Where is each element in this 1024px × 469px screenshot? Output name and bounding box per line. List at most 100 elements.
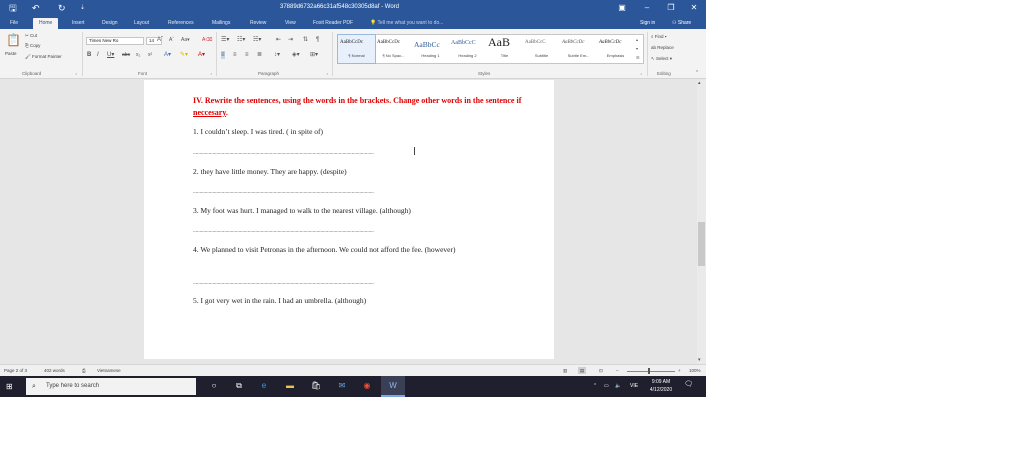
gallery-down-icon[interactable]: ▾ [636, 45, 638, 53]
align-right-icon[interactable]: ≡ [245, 51, 249, 59]
word-count[interactable]: 402 words [44, 367, 65, 374]
bullets-icon[interactable]: ☰▾ [221, 36, 229, 44]
increase-font-icon[interactable]: Aˆ [157, 36, 163, 44]
tell-me-box[interactable]: 💡 Tell me what you want to do... [370, 19, 443, 28]
tab-layout[interactable]: Layout [134, 18, 149, 29]
find-button[interactable]: ⌕ Find ▾ [651, 33, 667, 40]
zoom-slider-track[interactable] [627, 371, 675, 372]
gallery-up-icon[interactable]: ▴ [636, 36, 638, 44]
paragraph-dialog-launcher-icon[interactable]: ⌟ [326, 69, 328, 77]
word-taskbar-button[interactable]: W [381, 376, 405, 397]
language-indicator[interactable]: Vietnamese [97, 367, 121, 374]
share-button[interactable]: ⚇ Share [672, 19, 691, 28]
clear-formatting-icon[interactable]: A⌫ [202, 36, 212, 44]
style-subtle-emphasis[interactable]: AaBbCcDc Subtle Em... [560, 35, 597, 63]
strikethrough-icon[interactable]: abc [122, 51, 130, 59]
underline-icon[interactable]: U▾ [107, 51, 114, 59]
justify-icon[interactable]: ≣ [257, 51, 262, 59]
read-mode-icon[interactable]: ▥ [563, 367, 567, 374]
text-effects-icon[interactable]: A▾ [164, 51, 171, 59]
windows-start-icon[interactable]: ⊞ [6, 382, 13, 391]
font-dialog-launcher-icon[interactable]: ⌟ [210, 69, 212, 77]
multilevel-list-icon[interactable]: ☵▾ [253, 36, 261, 44]
tab-view[interactable]: View [285, 18, 296, 29]
font-name-box[interactable]: Times New Ro [86, 37, 144, 45]
zoom-in-button[interactable]: + [678, 367, 681, 374]
answer-line-2[interactable]: ........................................… [193, 189, 435, 195]
answer-line-4[interactable]: ........................................… [193, 280, 435, 286]
align-left-icon[interactable]: ≡ [221, 51, 225, 59]
style-normal[interactable]: AaBbCcDc ¶ Normal [337, 34, 376, 64]
decrease-indent-icon[interactable]: ⇤ [276, 36, 281, 44]
align-center-icon[interactable]: ≡ [233, 51, 237, 59]
page-count[interactable]: Page 2 of 3 [4, 367, 27, 374]
styles-dialog-launcher-icon[interactable]: ⌟ [640, 69, 642, 77]
minimize-button[interactable]: – [640, 2, 654, 14]
proofing-icon[interactable]: ⎙ [82, 367, 86, 374]
web-layout-icon[interactable]: ⊡ [599, 367, 603, 374]
input-language[interactable]: VIE [630, 382, 638, 390]
tab-design[interactable]: Design [102, 18, 118, 29]
dialog-launcher-icon[interactable]: ⌟ [75, 69, 77, 77]
shading-icon[interactable]: ◈▾ [292, 51, 300, 59]
format-painter-button[interactable]: 🖌 Format Painter [25, 53, 62, 60]
file-explorer-icon[interactable]: ▬ [284, 380, 296, 392]
italic-icon[interactable]: I [97, 51, 99, 59]
style-heading-2[interactable]: AaBbCcC Heading 2 [449, 35, 486, 63]
print-layout-icon[interactable]: ▤ [578, 367, 587, 374]
show-hide-icon[interactable]: ¶ [316, 36, 319, 44]
sign-in-link[interactable]: Sign in [640, 19, 655, 28]
copy-button[interactable]: ⎘ Copy [25, 42, 40, 49]
notifications-icon[interactable]: 🗨 [684, 381, 693, 389]
tab-references[interactable]: References [168, 18, 194, 29]
document-page[interactable]: IV. Rewrite the sentences, using the wor… [144, 80, 554, 359]
taskbar-search-box[interactable]: ⌕ Type here to search [26, 378, 196, 395]
taskbar-clock[interactable]: 9:09 AM 4/12/2020 [644, 378, 678, 394]
network-icon[interactable]: ▭ [604, 382, 609, 390]
style-no-spacing[interactable]: AaBbCcDc ¶ No Spac... [375, 35, 412, 63]
gallery-more-icon[interactable]: ☰ [636, 54, 640, 62]
customize-quick-access-icon[interactable]: ⇣ [80, 2, 85, 14]
zoom-slider-thumb[interactable] [648, 368, 650, 374]
tab-foxit-reader-pdf[interactable]: Foxit Reader PDF [313, 18, 353, 29]
paste-icon[interactable]: 📋 [6, 33, 21, 47]
line-spacing-icon[interactable]: ↕▾ [274, 51, 280, 59]
tab-file[interactable]: File [10, 18, 18, 29]
cortana-icon[interactable]: ○ [208, 380, 220, 392]
numbering-icon[interactable]: ☷▾ [237, 36, 245, 44]
borders-icon[interactable]: ⊞▾ [310, 51, 318, 59]
increase-indent-icon[interactable]: ⇥ [288, 36, 293, 44]
mail-icon[interactable]: ✉ [336, 380, 348, 392]
zoom-out-button[interactable]: – [616, 367, 619, 374]
style-title[interactable]: AaB Title [486, 35, 523, 63]
change-case-icon[interactable]: Aa▾ [181, 36, 190, 44]
volume-icon[interactable]: 🔈 [615, 382, 621, 390]
style-emphasis[interactable]: AaBbCcDc Emphasis [597, 35, 634, 63]
sort-icon[interactable]: ⇅ [303, 36, 308, 44]
undo-icon[interactable]: ↶ [32, 2, 40, 14]
tab-insert[interactable]: Insert [72, 18, 85, 29]
superscript-icon[interactable]: x² [148, 51, 152, 59]
highlight-icon[interactable]: ✎▾ [180, 51, 188, 59]
cut-button[interactable]: ✂ Cut [25, 32, 37, 39]
paste-button[interactable]: Paste [5, 50, 17, 57]
close-button[interactable]: ✕ [687, 2, 701, 14]
select-button[interactable]: ↖ Select ▾ [651, 55, 672, 62]
tab-review[interactable]: Review [250, 18, 266, 29]
store-icon[interactable]: 🛍 [310, 380, 322, 392]
chrome-icon[interactable]: ◉ [361, 380, 373, 392]
edge-icon[interactable]: e [258, 380, 270, 392]
font-color-icon[interactable]: A▾ [198, 51, 205, 59]
style-heading-1[interactable]: AaBbCc Heading 1 [412, 35, 449, 63]
style-subtitle[interactable]: AaBbCcC Subtitle [523, 35, 560, 63]
answer-line-1[interactable]: ........................................… [193, 150, 415, 156]
replace-button[interactable]: ab Replace [651, 44, 674, 51]
scroll-thumb[interactable] [698, 222, 705, 266]
scroll-down-icon[interactable]: ▾ [698, 356, 701, 364]
collapse-ribbon-icon[interactable]: ⌃ [695, 69, 699, 77]
subscript-icon[interactable]: x₂ [136, 51, 140, 59]
save-icon[interactable]: 🖫 [9, 2, 17, 14]
task-view-icon[interactable]: ⧉ [233, 380, 245, 392]
show-hidden-icons[interactable]: ⌃ [593, 382, 597, 390]
answer-line-3[interactable]: ........................................… [193, 228, 435, 234]
